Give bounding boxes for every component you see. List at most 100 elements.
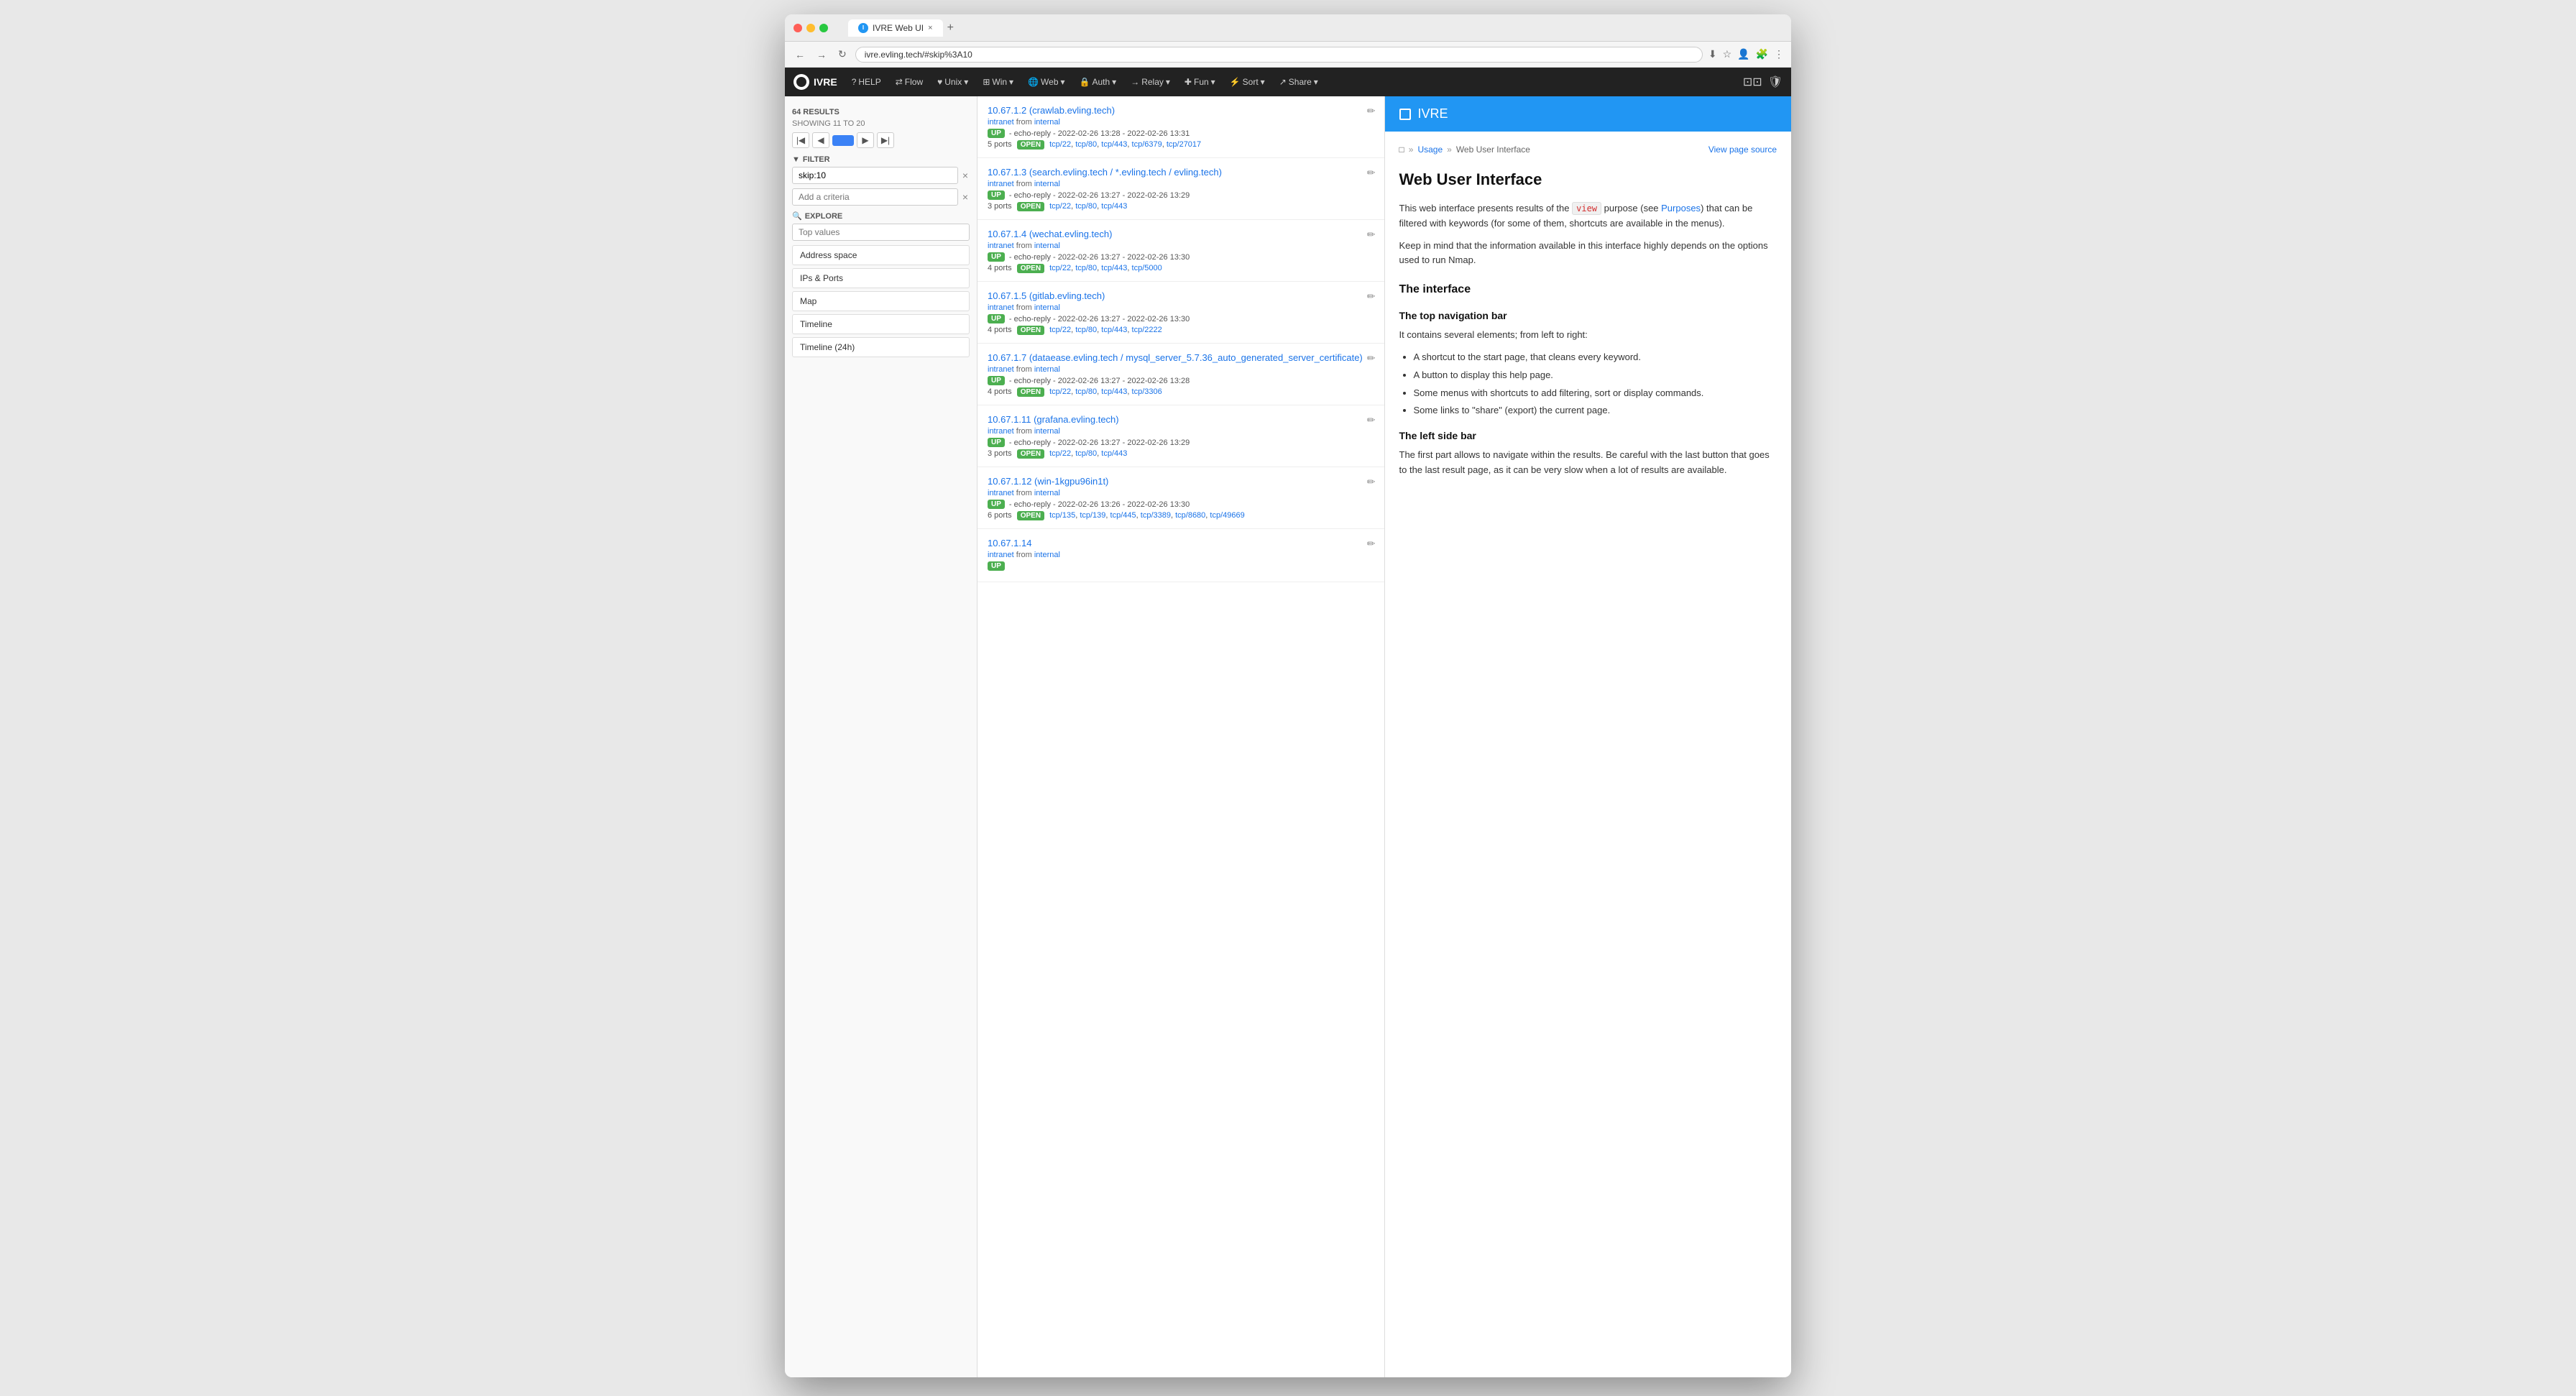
explore-input[interactable] bbox=[792, 224, 970, 241]
source-from-link[interactable]: internal bbox=[1034, 118, 1060, 127]
maximize-button[interactable] bbox=[819, 24, 828, 32]
source-from-link[interactable]: internal bbox=[1034, 242, 1060, 250]
reload-button[interactable]: ↻ bbox=[835, 47, 850, 62]
source-label-link[interactable]: intranet bbox=[988, 365, 1014, 374]
port-link[interactable]: tcp/443 bbox=[1101, 449, 1127, 458]
source-from-link[interactable]: internal bbox=[1034, 489, 1060, 497]
port-link[interactable]: tcp/80 bbox=[1075, 326, 1097, 334]
result-ip-link[interactable]: 10.67.1.2 (crawlab.evling.tech) bbox=[988, 105, 1115, 116]
result-ip-link[interactable]: 10.67.1.4 (wechat.evling.tech) bbox=[988, 229, 1112, 239]
source-label-link[interactable]: intranet bbox=[988, 427, 1014, 436]
port-link[interactable]: tcp/80 bbox=[1075, 140, 1097, 149]
port-link[interactable]: tcp/8680 bbox=[1175, 511, 1205, 520]
port-link[interactable]: tcp/22 bbox=[1049, 140, 1071, 149]
source-from-link[interactable]: internal bbox=[1034, 303, 1060, 312]
breadcrumb-usage[interactable]: Usage bbox=[1417, 143, 1443, 156]
port-link[interactable]: tcp/445 bbox=[1110, 511, 1136, 520]
page-last-button[interactable]: ▶| bbox=[877, 132, 894, 148]
explore-ips-ports[interactable]: IPs & Ports bbox=[792, 268, 970, 288]
nav-unix[interactable]: ♥ Unix ▾ bbox=[930, 68, 975, 96]
tab-close-button[interactable]: × bbox=[928, 24, 932, 32]
breadcrumb-home-icon[interactable]: □ bbox=[1399, 143, 1404, 156]
source-label-link[interactable]: intranet bbox=[988, 303, 1014, 312]
port-link[interactable]: tcp/49669 bbox=[1210, 511, 1244, 520]
edit-icon[interactable]: ✏ bbox=[1367, 290, 1376, 303]
source-label-link[interactable]: intranet bbox=[988, 118, 1014, 127]
port-link[interactable]: tcp/135 bbox=[1049, 511, 1075, 520]
add-criteria-input[interactable] bbox=[792, 188, 958, 206]
source-from-link[interactable]: internal bbox=[1034, 365, 1060, 374]
extensions-icon[interactable]: 🧩 bbox=[1756, 48, 1768, 60]
nav-fun[interactable]: ✚ Fun ▾ bbox=[1177, 68, 1223, 96]
port-link[interactable]: tcp/22 bbox=[1049, 449, 1071, 458]
new-tab-button[interactable]: + bbox=[947, 22, 954, 35]
nav-auth[interactable]: 🔒 Auth ▾ bbox=[1072, 68, 1124, 96]
source-from-link[interactable]: internal bbox=[1034, 427, 1060, 436]
nav-help[interactable]: ? HELP bbox=[845, 68, 888, 96]
port-link[interactable]: tcp/139 bbox=[1080, 511, 1105, 520]
port-link[interactable]: tcp/443 bbox=[1101, 264, 1127, 272]
source-label-link[interactable]: intranet bbox=[988, 551, 1014, 559]
port-link[interactable]: tcp/443 bbox=[1101, 140, 1127, 149]
page-next-button[interactable]: ▶ bbox=[857, 132, 874, 148]
port-link[interactable]: tcp/80 bbox=[1075, 202, 1097, 211]
port-link[interactable]: tcp/80 bbox=[1075, 387, 1097, 396]
add-criteria-clear-button[interactable]: × bbox=[961, 190, 970, 204]
source-from-link[interactable]: internal bbox=[1034, 551, 1060, 559]
port-link[interactable]: tcp/80 bbox=[1075, 264, 1097, 272]
view-source-link[interactable]: View page source bbox=[1708, 143, 1777, 156]
minimize-button[interactable] bbox=[806, 24, 815, 32]
profile-icon[interactable]: 👤 bbox=[1737, 48, 1749, 60]
result-ip-link[interactable]: 10.67.1.3 (search.evling.tech / *.evling… bbox=[988, 167, 1222, 178]
forward-button[interactable]: → bbox=[814, 47, 829, 62]
result-ip-link[interactable]: 10.67.1.12 (win-1kgpu96in1t) bbox=[988, 476, 1108, 487]
explore-address-space[interactable]: Address space bbox=[792, 245, 970, 265]
back-button[interactable]: ← bbox=[792, 47, 808, 62]
result-ip-link[interactable]: 10.67.1.7 (dataease.evling.tech / mysql_… bbox=[988, 352, 1363, 363]
port-link[interactable]: tcp/5000 bbox=[1132, 264, 1162, 272]
browser-tab[interactable]: IVRE Web UI × bbox=[848, 19, 943, 37]
help-checkbox[interactable] bbox=[1399, 109, 1411, 120]
edit-icon[interactable]: ✏ bbox=[1367, 167, 1376, 179]
port-link[interactable]: tcp/443 bbox=[1101, 202, 1127, 211]
source-from-link[interactable]: internal bbox=[1034, 180, 1060, 188]
edit-icon[interactable]: ✏ bbox=[1367, 476, 1376, 488]
explore-map[interactable]: Map bbox=[792, 291, 970, 311]
nav-relay[interactable]: → Relay ▾ bbox=[1123, 68, 1177, 96]
port-link[interactable]: tcp/22 bbox=[1049, 387, 1071, 396]
nav-share[interactable]: ↗ Share ▾ bbox=[1272, 68, 1325, 96]
result-ip-link[interactable]: 10.67.1.11 (grafana.evling.tech) bbox=[988, 414, 1119, 425]
port-link[interactable]: tcp/22 bbox=[1049, 202, 1071, 211]
purposes-link[interactable]: Purposes bbox=[1661, 203, 1701, 213]
result-ip-link[interactable]: 10.67.1.14 bbox=[988, 538, 1031, 548]
port-link[interactable]: tcp/22 bbox=[1049, 326, 1071, 334]
edit-icon[interactable]: ✏ bbox=[1367, 352, 1376, 364]
filter-input[interactable] bbox=[792, 167, 958, 184]
page-prev-button[interactable]: ◀ bbox=[812, 132, 829, 148]
port-link[interactable]: tcp/3306 bbox=[1132, 387, 1162, 396]
source-label-link[interactable]: intranet bbox=[988, 180, 1014, 188]
url-input[interactable] bbox=[855, 47, 1703, 63]
explore-timeline[interactable]: Timeline bbox=[792, 314, 970, 334]
port-link[interactable]: tcp/3389 bbox=[1141, 511, 1171, 520]
result-ip-link[interactable]: 10.67.1.5 (gitlab.evling.tech) bbox=[988, 290, 1105, 301]
port-link[interactable]: tcp/443 bbox=[1101, 326, 1127, 334]
port-link[interactable]: tcp/27017 bbox=[1167, 140, 1201, 149]
download-icon[interactable]: ⬇ bbox=[1708, 48, 1717, 60]
source-label-link[interactable]: intranet bbox=[988, 489, 1014, 497]
filter-clear-button[interactable]: × bbox=[961, 168, 970, 183]
more-icon[interactable]: ⋮ bbox=[1774, 48, 1784, 60]
source-label-link[interactable]: intranet bbox=[988, 242, 1014, 250]
port-link[interactable]: tcp/22 bbox=[1049, 264, 1071, 272]
edit-icon[interactable]: ✏ bbox=[1367, 538, 1376, 550]
port-link[interactable]: tcp/6379 bbox=[1132, 140, 1162, 149]
port-link[interactable]: tcp/443 bbox=[1101, 387, 1127, 396]
edit-icon[interactable]: ✏ bbox=[1367, 229, 1376, 241]
port-link[interactable]: tcp/80 bbox=[1075, 449, 1097, 458]
explore-timeline-24h[interactable]: Timeline (24h) bbox=[792, 337, 970, 357]
nav-flow[interactable]: ⇄ Flow bbox=[888, 68, 930, 96]
nav-sort[interactable]: ⚡ Sort ▾ bbox=[1223, 68, 1272, 96]
edit-icon[interactable]: ✏ bbox=[1367, 414, 1376, 426]
page-first-button[interactable]: |◀ bbox=[792, 132, 809, 148]
port-link[interactable]: tcp/2222 bbox=[1132, 326, 1162, 334]
